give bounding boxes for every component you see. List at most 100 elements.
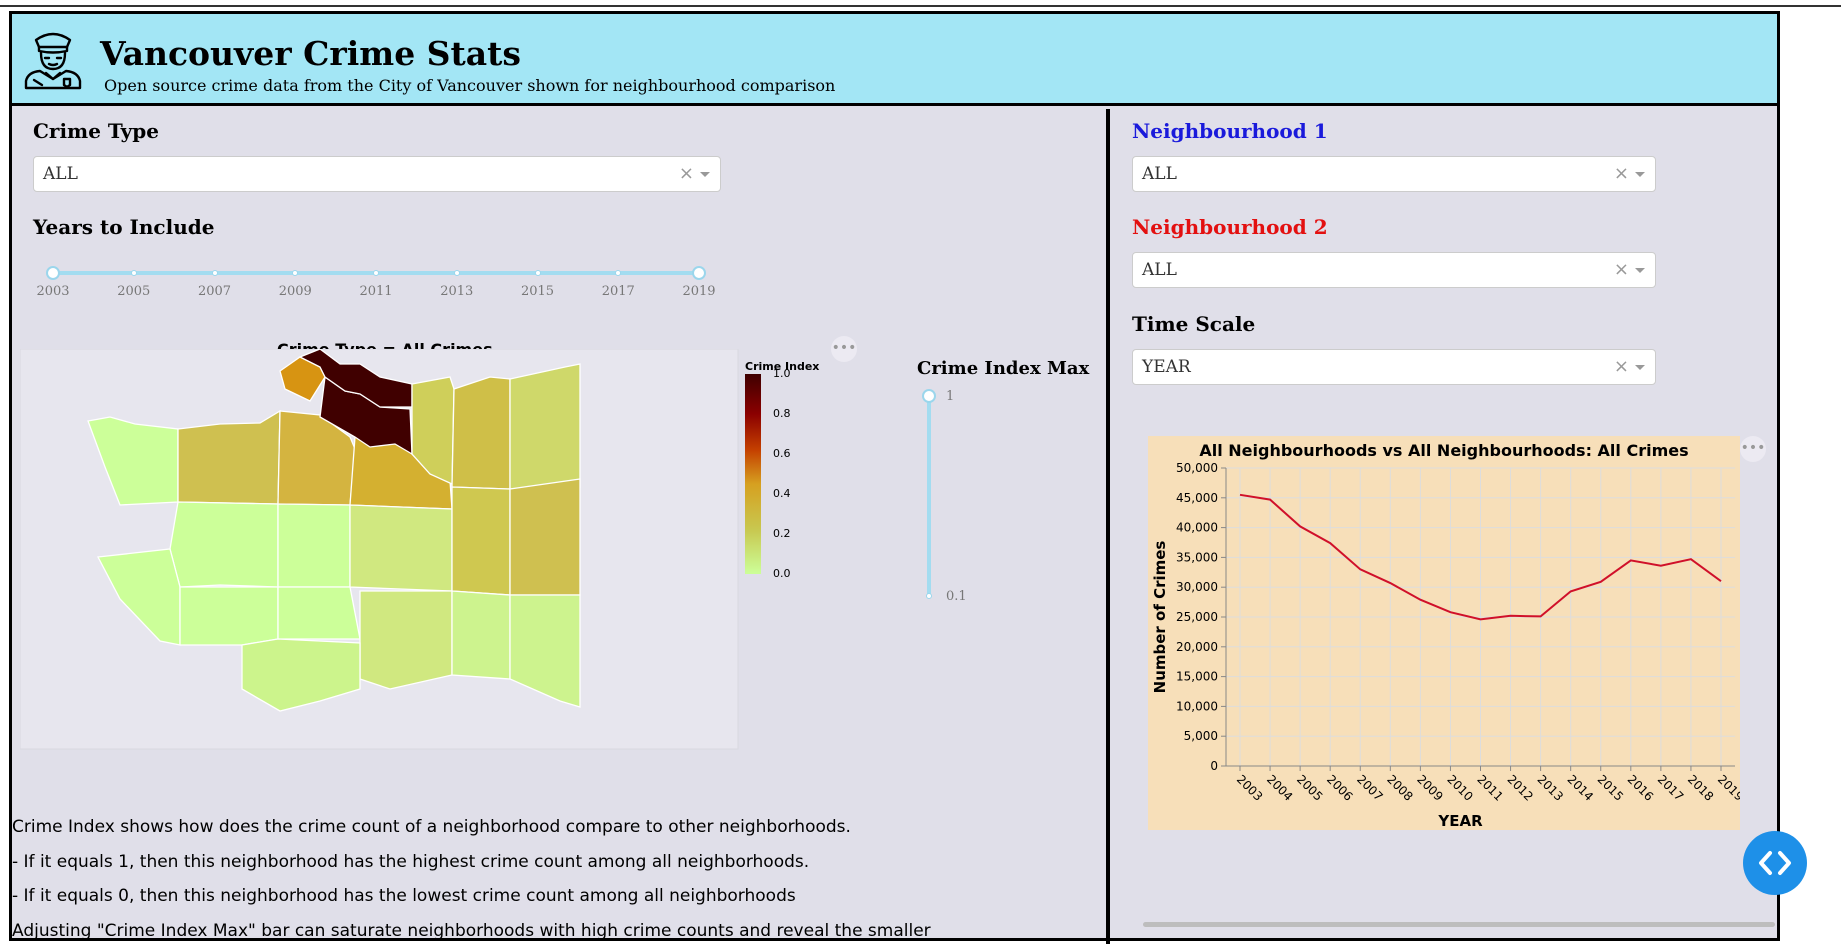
year-tick-label: 2015	[520, 284, 555, 299]
y-tick-label: 35,000	[1176, 550, 1218, 564]
x-tick-label: 2006	[1324, 772, 1355, 803]
chart-menu-button[interactable]: •••	[1740, 436, 1766, 462]
chart-plot: 0 5,000 10,000 15,000 20,000 25,000 30,000 35,0…	[1151, 461, 1740, 830]
x-tick-label: 2008	[1384, 772, 1415, 803]
crime-type-label: Crime Type	[33, 119, 159, 143]
map-region-sunset[interactable]	[359, 590, 453, 690]
app-header: Vancouver Crime Stats Open source crime …	[12, 14, 1777, 106]
dev-tools-button[interactable]	[1743, 831, 1807, 895]
description-line-4: Adjusting "Crime Index Max" bar can satu…	[12, 921, 931, 941]
map-region-kerrisdale[interactable]	[179, 586, 279, 646]
colorbar-tick-label: 0.0	[773, 567, 791, 580]
year-slider-dot[interactable]	[534, 270, 541, 276]
x-axis-title: YEAR	[1437, 812, 1483, 830]
x-tick-label: 2017	[1655, 772, 1686, 803]
clear-icon[interactable]: ×	[1614, 157, 1629, 191]
colorbar-tick-label: 0.8	[773, 407, 791, 420]
y-axis-title: Number of Crimes	[1151, 541, 1169, 694]
crime-type-dropdown[interactable]: ALL ×	[33, 156, 721, 192]
x-tick-label: 2012	[1504, 772, 1535, 803]
left-panel: Crime Type ALL × Years to Include Crime …	[12, 109, 1106, 944]
year-slider-dot[interactable]	[292, 270, 299, 276]
crime-index-max-slider[interactable]	[927, 396, 931, 596]
year-slider-dot[interactable]	[211, 270, 218, 276]
chevron-down-icon[interactable]	[1635, 365, 1645, 370]
neighbourhood-1-value: ALL	[1142, 164, 1177, 184]
map-menu-button[interactable]: •••	[831, 336, 857, 362]
horizontal-scrollbar[interactable]	[1143, 922, 1775, 927]
time-scale-dropdown[interactable]: YEAR ×	[1132, 349, 1656, 385]
year-tick-label: 2005	[117, 284, 151, 299]
neighbourhood-2-dropdown[interactable]: ALL ×	[1132, 252, 1656, 288]
app-subtitle: Open source crime data from the City of …	[104, 76, 836, 95]
x-tick-label: 2014	[1565, 772, 1596, 803]
time-scale-label: Time Scale	[1132, 312, 1256, 336]
years-label: Years to Include	[33, 215, 215, 239]
clear-icon[interactable]: ×	[679, 157, 694, 191]
map-region-kensington[interactable]	[451, 486, 511, 596]
map-region-oakridge[interactable]	[277, 586, 361, 640]
clear-icon[interactable]: ×	[1614, 253, 1629, 287]
map-region-riley-park[interactable]	[349, 504, 453, 592]
year-tick-label: 2013	[440, 284, 474, 299]
x-tick-label: 2007	[1354, 772, 1385, 803]
map-region-dunbar[interactable]	[169, 501, 279, 588]
x-tick-label: 2013	[1535, 772, 1566, 803]
colorbar-tick-label: 0.4	[773, 487, 791, 500]
year-tick-label: 2011	[359, 284, 393, 299]
description-line-2: - If it equals 1, then this neighborhood…	[12, 852, 810, 872]
chevron-down-icon[interactable]	[1635, 268, 1645, 273]
crime-index-max-handle[interactable]	[922, 389, 936, 403]
colorbar	[745, 374, 761, 574]
colorbar-tick-label: 0.2	[773, 527, 791, 540]
neighbourhood-2-label: Neighbourhood 2	[1132, 215, 1328, 239]
line-chart[interactable]: All Neighbourhoods vs All Neighbourhoods…	[1148, 436, 1740, 830]
year-tick-label: 2003	[36, 284, 70, 299]
x-tick-label: 2003	[1234, 772, 1265, 803]
colorbar-tick-label: 0.6	[773, 447, 791, 460]
year-slider-dot[interactable]	[373, 270, 379, 276]
x-tick-label: 2018	[1685, 772, 1716, 803]
y-tick-label: 15,000	[1176, 670, 1218, 684]
x-tick-label: 2004	[1264, 772, 1295, 803]
year-tick-label: 2009	[278, 284, 312, 299]
y-tick-label: 10,000	[1176, 699, 1218, 713]
x-tick-label: 2011	[1474, 772, 1505, 803]
crime-index-max-bottom-label: 0.1	[946, 589, 967, 604]
y-tick-label: 30,000	[1176, 580, 1218, 594]
chevron-down-icon[interactable]	[1635, 172, 1645, 177]
x-tick-label: 2019	[1715, 772, 1740, 803]
crime-index-min-dot	[926, 593, 932, 599]
map-region-hastings[interactable]	[451, 376, 511, 490]
code-brackets-icon	[1759, 851, 1791, 875]
clear-icon[interactable]: ×	[1614, 350, 1629, 384]
year-slider-dot[interactable]	[453, 270, 460, 276]
app-container: Vancouver Crime Stats Open source crime …	[9, 11, 1780, 944]
x-tick-label: 2015	[1595, 772, 1626, 803]
year-end-handle[interactable]	[692, 266, 706, 280]
neighbourhood-1-label: Neighbourhood 1	[1132, 119, 1328, 143]
time-scale-value: YEAR	[1142, 357, 1191, 377]
neighbourhood-1-dropdown[interactable]: ALL ×	[1132, 156, 1656, 192]
app-title: Vancouver Crime Stats	[100, 34, 521, 73]
y-tick-label: 40,000	[1176, 521, 1218, 535]
y-tick-label: 45,000	[1176, 491, 1218, 505]
year-slider-dot[interactable]	[130, 270, 137, 276]
map-region-renfrew[interactable]	[509, 478, 581, 596]
chevron-down-icon[interactable]	[700, 172, 710, 177]
x-tick-label: 2016	[1625, 772, 1656, 803]
x-tick-label: 2009	[1414, 772, 1445, 803]
police-officer-icon	[24, 32, 82, 90]
crime-index-max-label: Crime Index Max	[917, 358, 1090, 379]
crime-map[interactable]	[20, 349, 740, 769]
colorbar-tick-label: 1.0	[773, 367, 791, 380]
map-region-hastings-sunrise[interactable]	[509, 363, 581, 490]
year-slider-dot[interactable]	[615, 270, 622, 276]
crime-index-max-top-label: 1	[946, 389, 955, 404]
year-tick-label: 2007	[197, 284, 232, 299]
map-region-victoria[interactable]	[451, 590, 511, 680]
year-start-handle[interactable]	[46, 266, 60, 280]
x-tick-label: 2005	[1294, 772, 1325, 803]
y-tick-label: 20,000	[1176, 640, 1218, 654]
map-region-arbutus[interactable]	[277, 503, 351, 588]
